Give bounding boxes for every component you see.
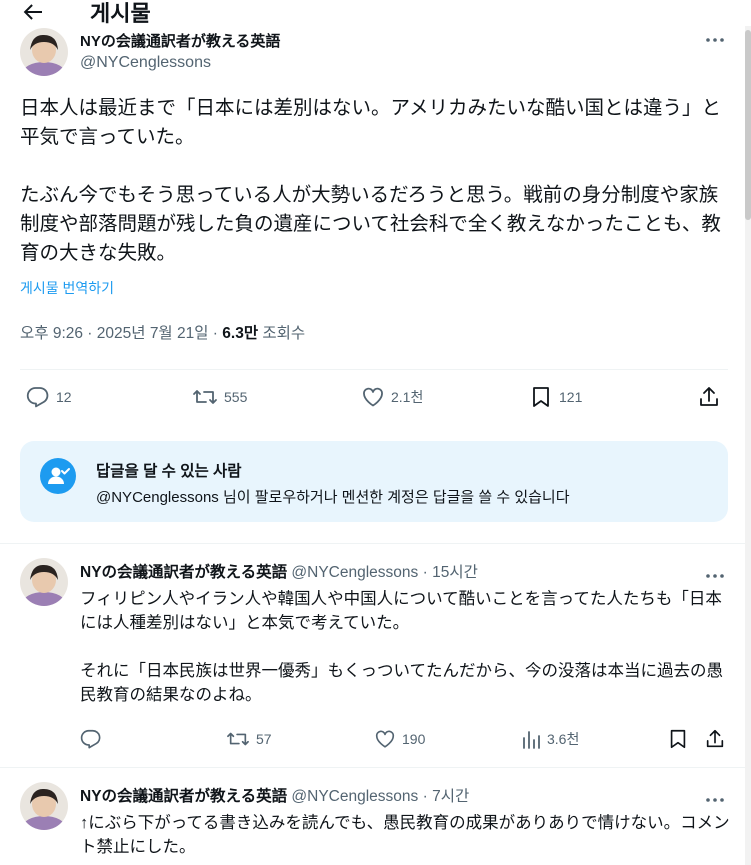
more-options-button[interactable] [705,566,725,584]
heart-icon [375,730,395,748]
share-icon [700,387,718,406]
reply-icon [26,387,49,408]
reply-button[interactable]: 12 [26,385,72,409]
more-options-button[interactable] [705,790,725,808]
bookmark-icon [670,729,686,749]
repost-button[interactable]: 57 [226,728,272,750]
reply-icon [80,729,101,749]
reply-header: NYの会議通訳者が教える英語 @NYCenglessons · 15시간 [80,560,478,582]
reply-restriction-notice: 답글을 달 수 있는 사람 @NYCenglessons 님이 팔로우하거나 멘… [20,441,728,522]
like-button[interactable]: 2.1천 [361,385,423,409]
reply-text: ↑にぶら下がってる書き込みを読んでも、愚民教育の成果がありありで情けない。コメン… [80,814,730,856]
author-name[interactable]: NYの会議通訳者が教える英語 [80,30,280,51]
more-icon [706,38,724,42]
reply-time[interactable]: 7시간 [432,788,469,805]
post-meta: 오후 9:26 · 2025년 7월 21일 · 6.3만 조회수 [20,321,305,343]
reply-text: フィリピン人やイラン人や韓国人や中国人について酷いことを言ってた人たちも「日本に… [80,590,724,704]
reply-restriction-title: 답글을 달 수 있는 사람 [96,463,242,480]
share-icon [706,729,724,748]
avatar-image [20,558,68,606]
top-bar: 게시물 [0,0,751,26]
avatar[interactable] [20,782,68,830]
bookmark-count: 121 [559,389,583,405]
translate-post-link[interactable]: 게시물 번역하기 [20,278,114,298]
avatar[interactable] [20,558,68,606]
views-count: 3.6천 [547,731,580,747]
bar-chart-icon [523,731,540,749]
repost-count: 57 [256,731,272,747]
share-button[interactable] [697,385,721,409]
views-label: 조회수 [258,325,306,342]
share-button[interactable] [704,728,726,750]
separator: · [422,788,428,805]
reply-restriction-icon-badge [40,458,76,494]
reply-header: NYの会議通訳者が教える英語 @NYCenglessons · 7시간 [80,784,469,806]
post-timestamp[interactable]: 오후 9:26 · 2025년 7월 21일 · [20,325,222,342]
reply-count: 12 [56,389,72,405]
page-title: 게시물 [90,1,151,26]
reply-time[interactable]: 15시간 [432,564,478,581]
avatar-image [20,28,68,76]
repost-icon [193,390,217,404]
avatar-image [20,782,68,830]
author-handle[interactable]: @NYCenglessons [80,54,211,72]
like-button[interactable]: 190 [374,728,425,750]
scrollbar-thumb[interactable] [745,30,751,220]
more-icon [706,798,724,802]
more-options-button[interactable] [705,30,725,48]
like-count: 190 [402,731,426,747]
back-button[interactable] [20,0,46,24]
avatar[interactable] [20,28,68,76]
like-count: 2.1천 [391,389,424,405]
arrow-left-icon [23,4,42,20]
divider [0,543,745,544]
repost-count: 555 [224,389,248,405]
repost-button[interactable]: 555 [192,385,247,409]
divider [20,369,728,370]
views-button[interactable]: 3.6천 [521,728,579,750]
post-text: 日本人は最近まで「日本には差別はない。アメリカみたいな酷い国とは違う」と平気で言… [20,97,722,264]
reply-author-name[interactable]: NYの会議通訳者が教える英語 [80,788,287,805]
reply-author-handle[interactable]: @NYCenglessons [291,788,418,805]
repost-icon [227,732,249,746]
bookmark-button[interactable] [667,728,689,750]
divider [0,767,745,768]
bookmark-button[interactable]: 121 [529,385,582,409]
views-count: 6.3만 [222,325,259,342]
reply-restriction-description: @NYCenglessons 님이 팔로우하거나 멘션한 계정은 답글을 쓸 수… [96,489,570,506]
user-check-icon [48,467,70,484]
reply-author-name[interactable]: NYの会議通訳者が教える英語 [80,564,287,581]
reply-author-handle[interactable]: @NYCenglessons [291,564,418,581]
separator: · [422,564,428,581]
bookmark-icon [533,387,549,407]
reply-button[interactable] [80,728,102,750]
scrollbar[interactable] [745,0,751,865]
more-icon [706,574,724,578]
heart-icon [363,387,383,407]
